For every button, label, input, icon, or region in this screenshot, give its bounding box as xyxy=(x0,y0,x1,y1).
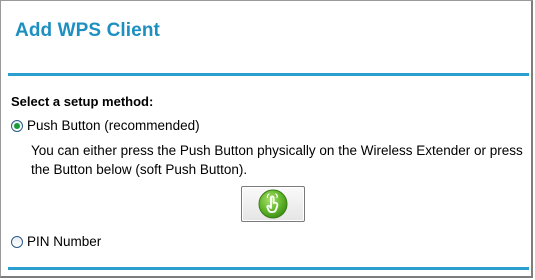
pin-number-radio[interactable] xyxy=(11,235,23,248)
page-title: Add WPS Client xyxy=(15,20,160,41)
push-button-option[interactable]: Push Button (recommended) xyxy=(11,118,200,133)
wps-push-button-icon xyxy=(258,189,288,219)
bottom-divider xyxy=(8,267,529,270)
setup-method-label: Select a setup method: xyxy=(11,94,154,109)
wps-panel: Add WPS Client Select a setup method: Pu… xyxy=(0,0,533,278)
push-button-description: You can either press the Push Button phy… xyxy=(31,143,523,177)
push-button-radio[interactable] xyxy=(11,119,23,132)
soft-push-button[interactable] xyxy=(241,186,305,222)
pin-number-label: PIN Number xyxy=(27,234,102,249)
push-button-label: Push Button (recommended) xyxy=(27,118,200,133)
title-divider xyxy=(8,73,529,76)
pin-number-option[interactable]: PIN Number xyxy=(11,234,101,249)
